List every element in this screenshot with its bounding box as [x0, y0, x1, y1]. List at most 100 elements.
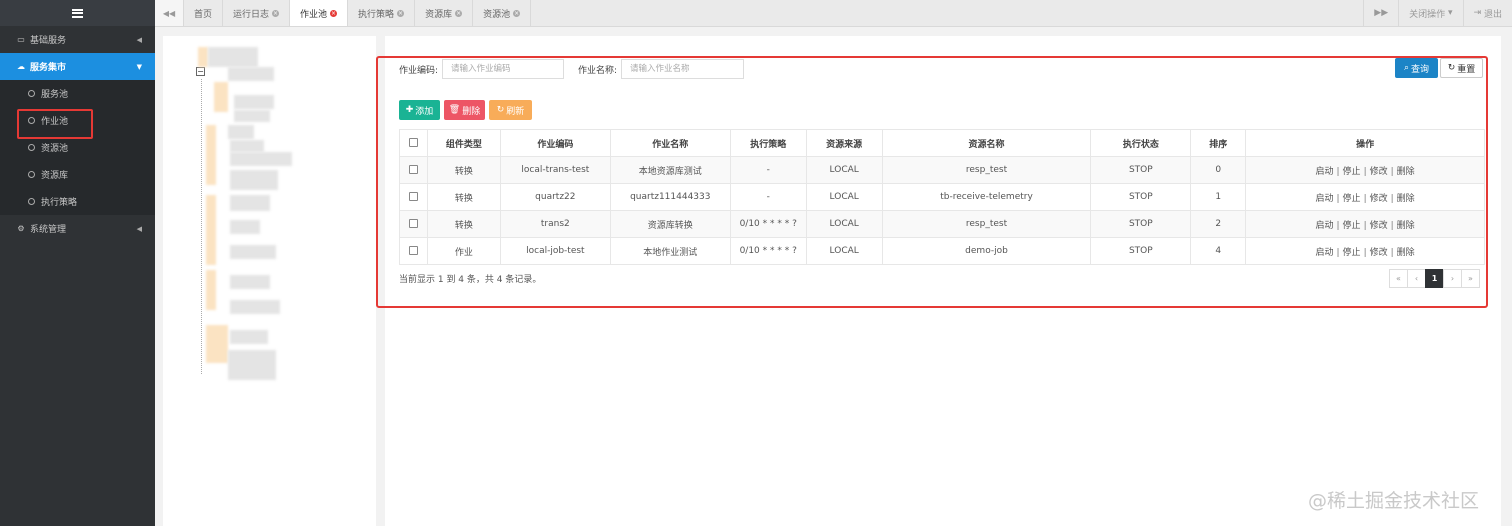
start-link[interactable]: 启动 [1315, 248, 1333, 258]
last-page-button[interactable]: » [1461, 269, 1480, 288]
table-cell: LOCAL [805, 183, 883, 211]
next-page-button[interactable]: › [1443, 269, 1462, 288]
separator: | [1336, 220, 1340, 231]
sidebar-item-resource-library[interactable]: 资源库 [0, 161, 155, 188]
job-code-input[interactable] [442, 59, 564, 79]
blurred-tree-node [198, 47, 208, 67]
close-icon[interactable]: × [272, 9, 280, 17]
blurred-tree-node [228, 125, 254, 139]
delete-button[interactable]: 🗑 删除 [444, 100, 485, 120]
column-header[interactable]: 排序 [1190, 129, 1247, 157]
tab-resource-pool[interactable]: 资源池 × [473, 0, 532, 26]
refresh-button[interactable]: ↻ 刷新 [489, 100, 532, 120]
table-cell: 0 [1190, 156, 1247, 184]
stop-link[interactable]: 停止 [1343, 194, 1361, 204]
close-icon[interactable]: × [397, 9, 405, 17]
query-button[interactable]: ⌕ 查询 [1395, 58, 1438, 78]
tree-collapse-icon[interactable]: − [196, 67, 205, 76]
stop-link[interactable]: 停止 [1343, 167, 1361, 177]
table-cell: STOP [1090, 183, 1192, 211]
blurred-tree-node [208, 47, 258, 67]
logout-button[interactable]: ⇥ 退出 [1462, 0, 1512, 26]
close-icon[interactable]: × [455, 9, 463, 17]
job-table: 组件类型 作业编码 作业名称 执行策略 资源来源 资源名称 执行状态 排序 操作… [399, 129, 1485, 265]
sidebar-toggle[interactable] [0, 0, 155, 26]
blurred-tree-node [234, 95, 274, 109]
tab-run-log[interactable]: 运行日志 × [223, 0, 291, 26]
row-select-cell [399, 183, 428, 211]
edit-link[interactable]: 修改 [1370, 221, 1388, 231]
start-link[interactable]: 启动 [1315, 167, 1333, 177]
blurred-tree-node [230, 220, 260, 234]
table-cell: quartz22 [499, 183, 611, 211]
table-cell: STOP [1090, 156, 1192, 184]
tab-scroll-left-button[interactable]: ◀◀ [155, 0, 184, 26]
column-header[interactable]: 资源名称 [881, 129, 1092, 157]
row-checkbox[interactable] [408, 219, 418, 228]
close-icon[interactable]: × [330, 9, 338, 17]
close-icon[interactable]: × [513, 9, 521, 17]
table-cell: LOCAL [805, 210, 883, 238]
column-header[interactable]: 作业名称 [609, 129, 731, 157]
tab-home[interactable]: 首页 [184, 0, 224, 26]
prev-page-button[interactable]: ‹ [1407, 269, 1426, 288]
circle-icon [28, 171, 35, 178]
blurred-tree-node [214, 82, 228, 112]
select-all-checkbox[interactable] [408, 138, 418, 147]
tab-resource-library[interactable]: 资源库 × [415, 0, 474, 26]
delete-link[interactable]: 删除 [1397, 221, 1415, 231]
table-cell: - [729, 183, 807, 211]
row-checkbox[interactable] [408, 165, 418, 174]
delete-link[interactable]: 删除 [1397, 248, 1415, 258]
column-header[interactable]: 执行策略 [729, 129, 807, 157]
sidebar-item-exec-strategy[interactable]: 执行策略 [0, 188, 155, 215]
tab-label: 资源池 [483, 9, 511, 20]
column-header[interactable]: 作业编码 [499, 129, 611, 157]
edit-link[interactable]: 修改 [1370, 167, 1388, 177]
sidebar-group-basic-services[interactable]: ▭ 基础服务 ◀ [0, 26, 155, 53]
start-link[interactable]: 启动 [1315, 194, 1333, 204]
tab-scroll-right-button[interactable]: ▶▶ [1363, 0, 1398, 26]
table-row: 转换 local-trans-test 本地资源库测试 - LOCAL resp… [399, 156, 1485, 184]
tab-job-pool[interactable]: 作业池 × [290, 0, 349, 26]
tree-connector [201, 79, 202, 374]
close-operations-dropdown[interactable]: 关闭操作 ▾ [1398, 0, 1462, 26]
column-header[interactable]: 执行状态 [1090, 129, 1192, 157]
table-cell: 本地资源库测试 [609, 156, 731, 184]
tab-exec-strategy[interactable]: 执行策略 × [348, 0, 416, 26]
row-select-cell [399, 237, 428, 265]
table-cell: 转换 [426, 183, 501, 211]
page-button-current[interactable]: 1 [1425, 269, 1444, 288]
add-button[interactable]: ✚ 添加 [399, 100, 440, 120]
separator: | [1336, 193, 1340, 204]
edit-link[interactable]: 修改 [1370, 194, 1388, 204]
circle-icon [28, 144, 35, 151]
column-header[interactable]: 资源来源 [805, 129, 883, 157]
row-checkbox[interactable] [408, 246, 418, 255]
cloud-icon: ☁ [17, 62, 25, 71]
tab-label: 执行策略 [358, 9, 395, 20]
stop-link[interactable]: 停止 [1343, 221, 1361, 231]
row-checkbox[interactable] [408, 192, 418, 201]
column-header[interactable]: 组件类型 [426, 129, 501, 157]
start-link[interactable]: 启动 [1315, 221, 1333, 231]
gears-icon: ⚙ [17, 224, 25, 233]
circle-icon [28, 198, 35, 205]
delete-link[interactable]: 删除 [1397, 167, 1415, 177]
table-cell: STOP [1090, 210, 1192, 238]
separator: | [1363, 220, 1367, 231]
reset-button[interactable]: ↻ 重置 [1440, 58, 1483, 78]
table-cell: quartz111444333 [609, 183, 731, 211]
sidebar-group-system-admin[interactable]: ⚙ 系统管理 ◀ [0, 215, 155, 242]
sidebar-group-service-market[interactable]: ☁ 服务集市 ▼ [0, 53, 155, 80]
blurred-tree-node [230, 330, 268, 344]
close-ops-label: 关闭操作 [1409, 9, 1446, 20]
job-name-input[interactable] [621, 59, 744, 79]
chevron-left-icon: ◀ [136, 224, 142, 233]
sidebar-item-service-pool[interactable]: 服务池 [0, 80, 155, 107]
edit-link[interactable]: 修改 [1370, 248, 1388, 258]
pagination: « ‹ 1 › » [1389, 269, 1480, 288]
stop-link[interactable]: 停止 [1343, 248, 1361, 258]
delete-link[interactable]: 删除 [1397, 194, 1415, 204]
first-page-button[interactable]: « [1389, 269, 1408, 288]
